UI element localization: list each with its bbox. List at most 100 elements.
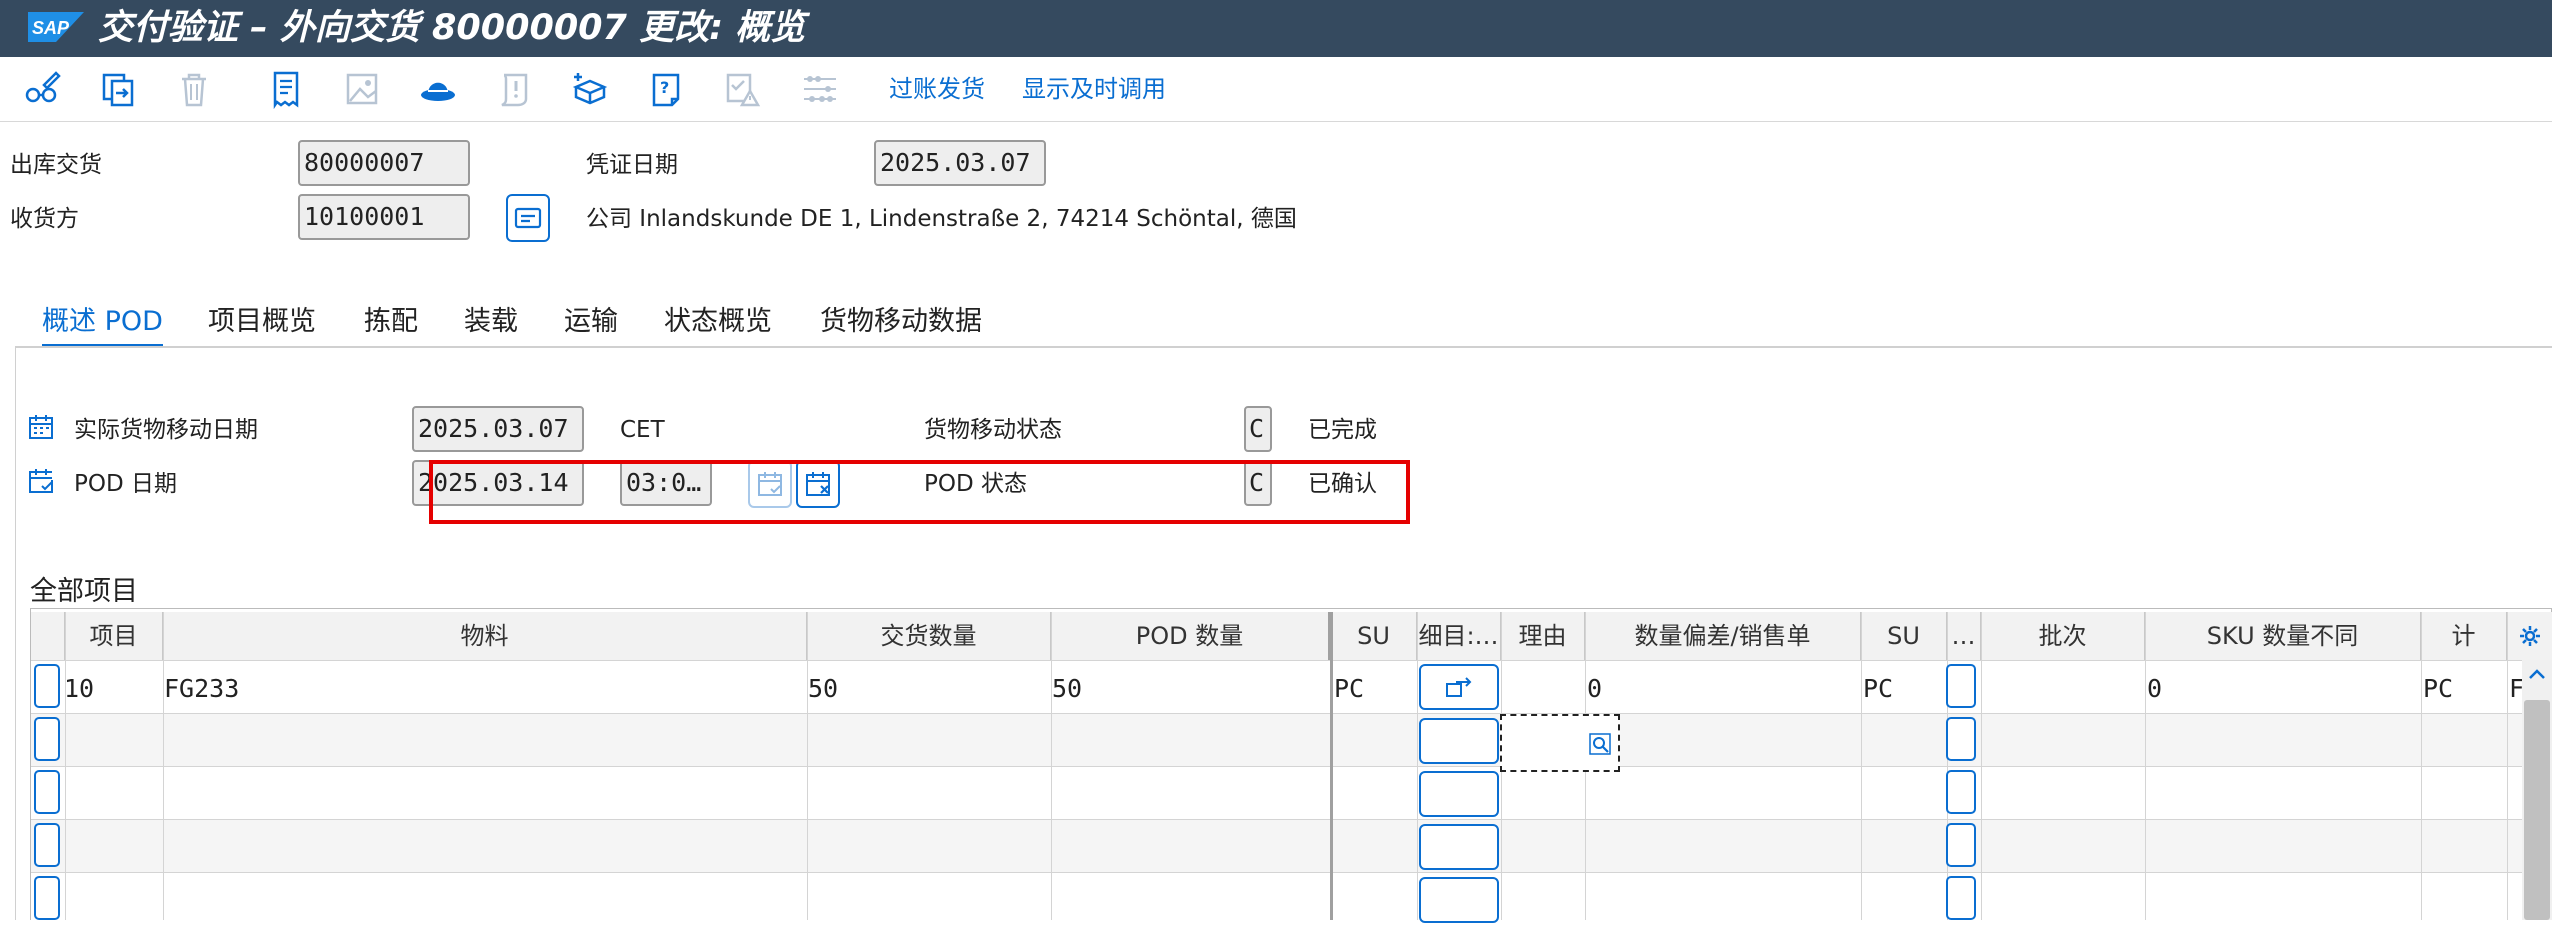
col-pod-qty[interactable]: POD 数量	[1051, 612, 1331, 660]
trash-icon	[172, 68, 216, 110]
column-divider	[2421, 612, 2422, 920]
abacus-icon	[798, 68, 842, 110]
actual-gm-date-label: 实际货物移动日期	[74, 417, 258, 443]
details-button[interactable]	[1419, 664, 1499, 710]
address-card-icon	[514, 207, 542, 229]
details-button[interactable]	[1419, 877, 1499, 923]
select-all-header[interactable]	[31, 612, 65, 660]
row-checkbox[interactable]	[1946, 770, 1976, 814]
column-divider	[163, 612, 164, 920]
glasses-pencil-icon[interactable]	[20, 68, 64, 110]
tab-goods-movement-data[interactable]: 货物移动数据	[820, 300, 982, 344]
row-selector[interactable]	[34, 770, 60, 814]
copy-arrow-icon[interactable]	[96, 68, 140, 110]
col-material[interactable]: 物料	[163, 612, 807, 660]
table-settings-header[interactable]	[2507, 612, 2552, 660]
sap-logo: SAP	[28, 12, 84, 42]
row-selector[interactable]	[34, 664, 60, 708]
document-date-label: 凭证日期	[586, 152, 678, 178]
gm-status-code[interactable]: C	[1244, 406, 1272, 452]
col-qty-difference[interactable]: 数量偏差/销售单	[1585, 612, 1861, 660]
col-reason[interactable]: 理由	[1501, 612, 1585, 660]
document-date-field[interactable]: 2025.03.07	[874, 140, 1046, 186]
post-goods-issue-button[interactable]: 过账发货	[889, 72, 985, 106]
col-details[interactable]: 细目:…	[1417, 612, 1501, 660]
details-button[interactable]	[1419, 824, 1499, 870]
sales-unit: PC	[1334, 674, 1365, 703]
svg-text:?: ?	[660, 78, 669, 97]
timezone-text: CET	[620, 417, 665, 443]
tab-item-overview[interactable]: 项目概览	[208, 300, 316, 344]
tab-transport[interactable]: 运输	[564, 300, 618, 344]
col-unit[interactable]: 计	[2421, 612, 2507, 660]
row-checkbox[interactable]	[1946, 823, 1976, 867]
row-checkbox[interactable]	[1946, 664, 1976, 708]
table-row[interactable]	[31, 713, 2551, 766]
alert-scroll-icon	[492, 68, 536, 110]
tab-overview-pod[interactable]: 概述 POD	[42, 300, 163, 347]
details-button[interactable]	[1419, 771, 1499, 817]
column-divider	[1981, 612, 1982, 920]
qty-difference[interactable]: 0	[1587, 662, 1602, 715]
delivery-qty: 50	[808, 674, 839, 703]
outbound-delivery-field[interactable]: 80000007	[298, 140, 470, 186]
scroll-up-icon[interactable]	[2526, 664, 2548, 690]
highlight-box	[429, 460, 1410, 524]
col-su2[interactable]: SU	[1861, 612, 1947, 660]
pod-qty[interactable]: 50	[1052, 662, 1082, 715]
gear-icon[interactable]	[2519, 625, 2541, 647]
col-item[interactable]: 项目	[65, 612, 163, 660]
column-divider	[2507, 612, 2508, 920]
tab-loading[interactable]: 装载	[464, 300, 518, 344]
help-document-icon[interactable]: ?	[644, 68, 688, 110]
actual-gm-date-field[interactable]: 2025.03.07	[412, 406, 584, 452]
receipt-icon[interactable]	[264, 68, 308, 110]
image-icon	[340, 68, 384, 110]
row-selector[interactable]	[34, 823, 60, 867]
address-card-button[interactable]	[506, 194, 550, 242]
unit: PC	[2423, 674, 2454, 703]
open-details-icon	[1446, 677, 1472, 697]
calendar-check-icon	[28, 468, 54, 498]
details-button[interactable]	[1419, 718, 1499, 764]
col-batch[interactable]: 批次	[1981, 612, 2145, 660]
column-divider	[807, 612, 808, 920]
table-row[interactable]	[31, 660, 2551, 713]
sales-unit-2: PC	[1863, 674, 1894, 703]
item-number: 10	[64, 674, 95, 703]
table-row[interactable]	[31, 819, 2551, 872]
fixed-column-divider	[1330, 612, 1333, 920]
ship-to-field[interactable]: 10100001	[298, 194, 470, 240]
col-su[interactable]: SU	[1331, 612, 1417, 660]
tab-status-overview[interactable]: 状态概览	[664, 300, 772, 344]
col-delivery-qty[interactable]: 交货数量	[807, 612, 1051, 660]
outbound-delivery-label: 出库交货	[10, 152, 102, 178]
row-checkbox[interactable]	[1946, 717, 1976, 761]
tab-picking[interactable]: 拣配	[364, 300, 418, 344]
table-row[interactable]	[31, 766, 2551, 819]
add-package-icon[interactable]	[568, 68, 612, 110]
scrollbar-thumb[interactable]	[2524, 700, 2550, 920]
hat-icon[interactable]	[416, 68, 460, 110]
truncated-cell: FE	[2509, 674, 2522, 703]
column-divider	[2145, 612, 2146, 920]
row-checkbox[interactable]	[1946, 876, 1976, 920]
reason-input-focused[interactable]	[1500, 714, 1620, 772]
value-help-icon[interactable]	[1588, 732, 1612, 756]
ship-to-label: 收货方	[10, 206, 79, 232]
checklist-warning-icon	[720, 68, 764, 110]
sku-qty-difference[interactable]: 0	[2147, 662, 2162, 715]
show-time-usage-button[interactable]: 显示及时调用	[1022, 72, 1166, 106]
row-selector[interactable]	[34, 876, 60, 920]
pod-date-label: POD 日期	[74, 471, 177, 497]
row-selector[interactable]	[34, 717, 60, 761]
svg-text:SAP: SAP	[32, 18, 70, 38]
material: FG233	[164, 674, 240, 703]
column-divider	[1417, 612, 1418, 920]
column-divider	[1051, 612, 1052, 920]
col-truncated[interactable]: …	[1947, 612, 1981, 660]
col-sku-qty-difference[interactable]: SKU 数量不同	[2145, 612, 2421, 660]
gm-status-label: 货物移动状态	[924, 417, 1062, 443]
column-divider	[65, 612, 66, 920]
table-row[interactable]	[31, 872, 2551, 925]
